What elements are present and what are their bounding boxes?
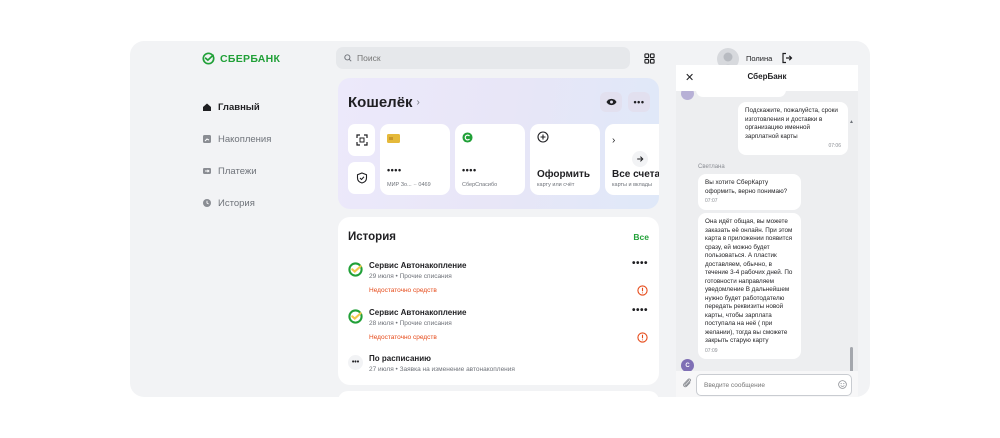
- chat-message-partial: [696, 91, 786, 97]
- operation-menu-button[interactable]: ••••: [632, 305, 648, 316]
- grid-icon: [643, 52, 655, 64]
- issue-sub: карту или счёт: [537, 182, 575, 188]
- card-tile-sberspasibo[interactable]: •••• СберСпасибо: [455, 124, 525, 195]
- eye-icon: [605, 98, 617, 106]
- scan-qr-button[interactable]: [348, 124, 375, 156]
- plus-circle-icon: [537, 131, 549, 143]
- sidebar-item-label: Накопления: [218, 133, 272, 145]
- chat-messages[interactable]: Подскажите, пожалуйста, сроки изготовлен…: [676, 91, 858, 371]
- sberbank-logo-icon: [348, 309, 363, 324]
- history-title: История: [348, 231, 396, 243]
- sidebar-item-payments[interactable]: Платежи: [202, 155, 271, 187]
- savings-icon: [203, 135, 211, 143]
- chat-message-agent: Она идёт общая, вы можете заказать её он…: [698, 213, 801, 360]
- sidebar-item-savings[interactable]: Накопления: [202, 123, 271, 155]
- search-bar[interactable]: [336, 47, 630, 69]
- chevron-right-icon: ›: [416, 97, 420, 108]
- warning-icon: [637, 285, 648, 296]
- history-icon: [203, 199, 211, 207]
- emoji-icon[interactable]: [838, 380, 847, 389]
- history-panel: История Все Сервис Автонакопление 29 июл…: [338, 217, 659, 385]
- card-tile-mir[interactable]: •••• МИР Зо... ·· 0469: [380, 124, 450, 195]
- message-sender: Светлана: [698, 164, 725, 170]
- operation-title: Сервис Автонакопление: [369, 308, 467, 317]
- card-name: МИР Зо... ·· 0469: [387, 182, 431, 188]
- agent-avatar: [681, 91, 694, 100]
- message-time: 07:07: [705, 198, 718, 204]
- issue-title: Оформить: [537, 169, 591, 180]
- issue-card-tile[interactable]: Оформить карту или счёт: [530, 124, 600, 195]
- sidebar-item-label: Платежи: [218, 165, 257, 177]
- wallet-title[interactable]: Кошелёк ›: [348, 94, 420, 111]
- operation-title: Сервис Автонакопление: [369, 261, 467, 270]
- brand-name: СБЕРБАНК: [220, 52, 281, 65]
- logout-icon[interactable]: [781, 52, 793, 64]
- more-icon: •••: [633, 97, 645, 107]
- user-name[interactable]: Полина: [746, 54, 772, 63]
- next-panel-edge: [338, 391, 659, 397]
- sberbank-logo-icon: [348, 262, 363, 277]
- message-time: 07:06: [828, 143, 841, 149]
- operation-error: Недостаточно средств: [369, 287, 437, 294]
- warning-icon: [637, 332, 648, 343]
- message-time: 07:09: [705, 347, 718, 354]
- home-icon: [203, 103, 211, 111]
- message-text: Она идёт общая, вы можете заказать её он…: [705, 218, 793, 344]
- qr-scanner-button[interactable]: [638, 47, 660, 69]
- chat-message-agent: Вы хотите СберКарту оформить, верно пони…: [698, 174, 801, 210]
- chat-composer: [676, 371, 858, 397]
- operation-menu-button[interactable]: ••••: [632, 258, 648, 269]
- operation-subtitle: 29 июля • Прочие списания: [369, 273, 452, 280]
- operation-error: Недостаточно средств: [369, 334, 437, 341]
- operation-title: По расписанию: [369, 354, 431, 363]
- sidebar-item-label: Главный: [218, 101, 260, 113]
- shield-icon: [356, 172, 367, 184]
- message-input[interactable]: [696, 374, 852, 396]
- chat-title: СберБанк: [747, 72, 787, 81]
- card-number-mask: ••••: [387, 165, 402, 175]
- chat-scrollbar[interactable]: [850, 347, 853, 371]
- attach-icon[interactable]: [682, 377, 692, 389]
- search-input[interactable]: [357, 53, 597, 63]
- arrow-right-icon: [632, 151, 648, 167]
- all-accounts-title: Все счета: [612, 169, 659, 180]
- history-all-link[interactable]: Все: [633, 232, 649, 242]
- search-icon: [344, 54, 352, 62]
- wallet-title-text: Кошелёк: [348, 94, 413, 111]
- sidebar-nav: Главный Накопления Платежи История: [202, 91, 271, 219]
- sberspasibo-icon: [462, 132, 473, 143]
- payments-icon: [203, 168, 211, 174]
- sberbank-logo[interactable]: СБЕРБАНК: [202, 52, 280, 65]
- wallet-more-button[interactable]: •••: [628, 92, 650, 112]
- message-text: Вы хотите СберКарту оформить, верно пони…: [705, 179, 788, 195]
- toggle-balance-visibility-button[interactable]: [600, 92, 622, 112]
- gold-card-icon: [387, 134, 400, 143]
- scan-icon: [355, 134, 368, 146]
- security-button[interactable]: [348, 162, 375, 194]
- message-text: Подскажите, пожалуйста, сроки изготовлен…: [745, 107, 838, 140]
- scroll-up-icon[interactable]: ▲: [849, 119, 854, 125]
- bonus-mask: ••••: [462, 165, 477, 175]
- chat-message-user: Подскажите, пожалуйста, сроки изготовлен…: [738, 102, 848, 155]
- sidebar-item-main[interactable]: Главный: [202, 91, 271, 123]
- sberbank-logo-icon: [202, 52, 215, 65]
- sidebar-item-history[interactable]: История: [202, 187, 271, 219]
- scheduled-icon: •••: [348, 355, 363, 370]
- wallet-panel: Кошелёк › ••• •••• МИР Зо... ·· 0469 •••…: [338, 78, 659, 209]
- app-window: СБЕРБАНК Главный Накопления Платежи Исто…: [130, 41, 870, 397]
- agent-avatar: С: [681, 359, 694, 371]
- bonus-name: СберСпасибо: [462, 182, 498, 188]
- operation-subtitle: 28 июля • Прочие списания: [369, 320, 452, 327]
- chat-panel: ✕ СберБанк Подскажите, пожалуйста, сроки…: [676, 65, 858, 397]
- all-accounts-tile[interactable]: › Все счета карты и вклады: [605, 124, 659, 195]
- chevron-right-icon: ›: [612, 135, 616, 146]
- all-accounts-sub: карты и вклады: [612, 182, 652, 188]
- chat-header: ✕ СберБанк: [676, 65, 858, 91]
- sidebar-item-label: История: [218, 197, 255, 209]
- operation-subtitle: 27 июля • Заявка на изменение автонакопл…: [369, 366, 515, 373]
